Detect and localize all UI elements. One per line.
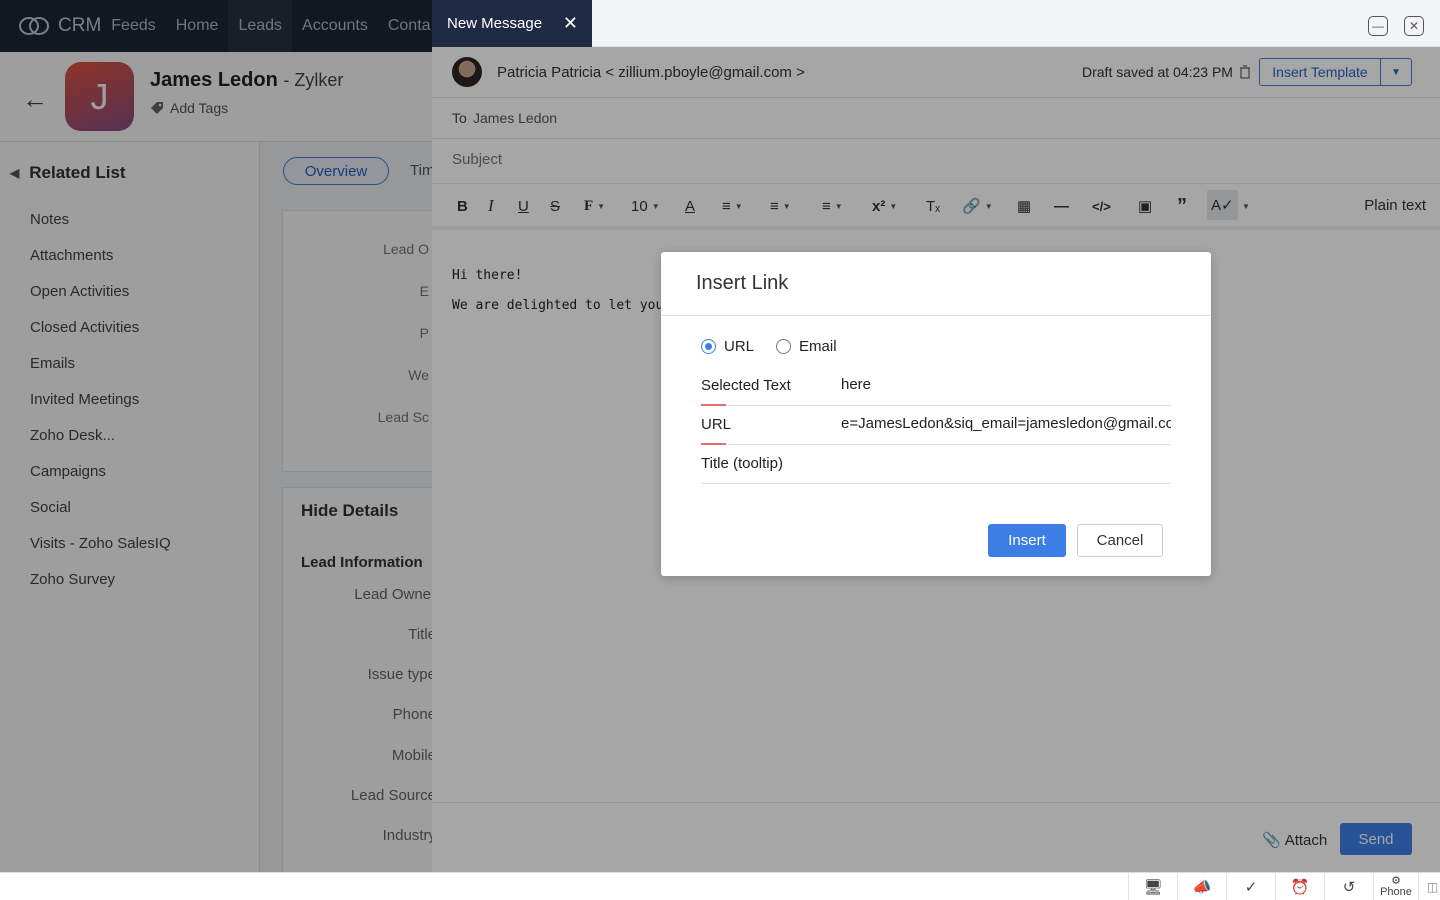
title-row: Title (tooltip) xyxy=(701,445,1171,484)
radio-email-circle[interactable] xyxy=(776,339,792,354)
dialog-divider xyxy=(661,315,1211,316)
cancel-button[interactable]: Cancel xyxy=(1077,524,1163,557)
alarm-icon[interactable]: ⏰ xyxy=(1275,873,1324,900)
radio-email-label: Email xyxy=(799,338,837,355)
title-tooltip-input[interactable] xyxy=(841,454,1171,471)
link-type-group: URL Email xyxy=(701,338,837,355)
radio-url-label: URL xyxy=(724,338,755,355)
tasks-icon[interactable]: ✓ xyxy=(1226,873,1275,900)
compose-tab-title: New Message xyxy=(447,15,543,32)
phone-label: Phone xyxy=(1380,886,1412,898)
history-icon[interactable]: ↺ xyxy=(1324,873,1373,900)
insert-link-dialog: Insert Link URL Email Selected Text URL … xyxy=(661,252,1211,576)
chat-icon[interactable]: ◫ xyxy=(1418,873,1440,900)
minimize-icon[interactable]: — xyxy=(1368,16,1388,36)
title-tooltip-label: Title (tooltip) xyxy=(701,455,783,472)
selected-text-input[interactable] xyxy=(841,376,1171,393)
url-label: URL xyxy=(701,416,732,433)
compose-titlebar: New Message ✕ — ✕ xyxy=(432,0,1440,47)
close-window-icon[interactable]: ✕ xyxy=(1404,16,1424,36)
dialog-title: Insert Link xyxy=(696,272,789,294)
megaphone-icon[interactable]: 📣 xyxy=(1177,873,1226,900)
radio-url-circle[interactable] xyxy=(701,339,716,354)
url-input[interactable] xyxy=(841,415,1171,432)
url-row: URL xyxy=(701,406,1171,445)
screen-share-icon[interactable]: 🖥 xyxy=(1128,873,1177,900)
compose-tab[interactable]: New Message ✕ xyxy=(432,0,592,47)
selected-text-row: Selected Text xyxy=(701,367,1171,406)
bottom-status-bar: 🖥 📣 ✓ ⏰ ↺ ⚙ Phone ◫ xyxy=(0,872,1440,900)
selected-text-label: Selected Text xyxy=(701,377,791,394)
bottom-icons: 🖥 📣 ✓ ⏰ ↺ ⚙ Phone ◫ xyxy=(1128,873,1440,900)
insert-button[interactable]: Insert xyxy=(988,524,1066,557)
radio-url[interactable]: URL xyxy=(701,338,754,355)
crm-dim-overlay xyxy=(0,0,432,872)
radio-email[interactable]: Email xyxy=(776,338,837,355)
close-icon[interactable]: ✕ xyxy=(563,13,578,34)
phone-button[interactable]: ⚙ Phone xyxy=(1373,873,1418,900)
